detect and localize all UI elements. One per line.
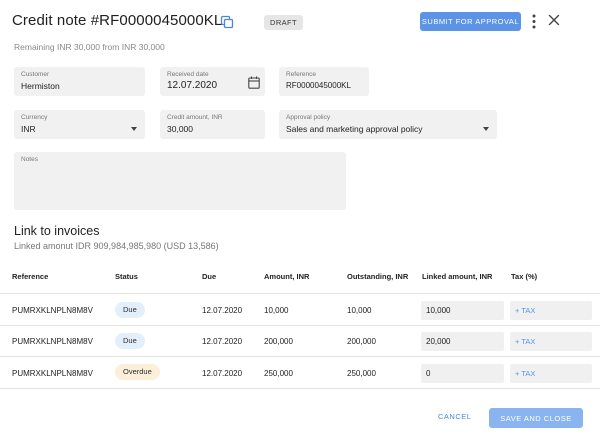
- reference-label: Reference: [286, 71, 316, 78]
- row-reference: PUMRXKLNPLN8M8V: [12, 369, 93, 378]
- chevron-down-icon: [483, 127, 489, 131]
- add-tax-button[interactable]: + TAX: [510, 332, 592, 351]
- notes-label: Notes: [21, 156, 38, 163]
- divider: [0, 325, 600, 326]
- column-amount: Amount, INR: [264, 272, 310, 281]
- status-badge: Overdue: [115, 364, 160, 380]
- row-due: 12.07.2020: [202, 337, 243, 346]
- customer-label: Customer: [21, 71, 50, 78]
- column-status: Status: [115, 272, 138, 281]
- currency-label: Currency: [21, 114, 48, 121]
- cancel-button[interactable]: CANCEL: [438, 412, 471, 421]
- copy-icon[interactable]: [220, 15, 234, 29]
- customer-field[interactable]: Customer Hermiston: [14, 67, 145, 96]
- notes-textarea[interactable]: Notes: [14, 152, 346, 210]
- add-tax-button[interactable]: + TAX: [510, 364, 592, 383]
- received-date-field[interactable]: Received date 12.07.2020: [160, 67, 265, 96]
- add-tax-button[interactable]: + TAX: [510, 301, 592, 320]
- divider: [0, 388, 600, 389]
- credit-amount-value: 30,000: [167, 124, 193, 134]
- credit-amount-field[interactable]: Credit amount, INR 30,000: [160, 110, 265, 139]
- linked-amount: Linked amonut IDR 909,984,985,980 (USD 1…: [14, 241, 219, 251]
- linked-amount-input[interactable]: 10,000: [421, 301, 504, 320]
- close-icon[interactable]: [548, 14, 560, 26]
- approval-policy-value: Sales and marketing approval policy: [286, 124, 423, 134]
- credit-amount-label: Credit amount, INR: [167, 114, 223, 121]
- page-title: Credit note #RF0000045000KL: [12, 12, 223, 29]
- chevron-down-icon: [131, 127, 137, 131]
- column-tax: Tax (%): [511, 272, 538, 281]
- column-linked-amount: Linked amount, INR: [422, 272, 493, 281]
- row-amount: 250,000: [264, 369, 293, 378]
- customer-value: Hermiston: [21, 81, 60, 91]
- received-date-value: 12.07.2020: [167, 80, 218, 91]
- row-due: 12.07.2020: [202, 369, 243, 378]
- row-reference: PUMRXKLNPLN8M8V: [12, 337, 93, 346]
- currency-select[interactable]: Currency INR: [14, 110, 145, 139]
- divider: [0, 293, 600, 294]
- divider: [0, 356, 600, 357]
- save-and-close-button[interactable]: SAVE AND CLOSE: [489, 408, 583, 428]
- more-vert-icon[interactable]: [530, 13, 538, 30]
- status-badge: Due: [115, 302, 145, 318]
- credit-note-dialog: Credit note #RF0000045000KL DRAFT SUBMIT…: [0, 0, 600, 443]
- row-outstanding: 200,000: [347, 337, 376, 346]
- received-date-label: Received date: [167, 71, 209, 78]
- column-due: Due: [202, 272, 217, 281]
- submit-for-approval-button[interactable]: SUBMIT FOR APPROVAL: [420, 12, 521, 31]
- status-badge: DRAFT: [264, 15, 303, 30]
- status-badge: Due: [115, 333, 145, 349]
- column-reference: Reference: [12, 272, 49, 281]
- calendar-icon[interactable]: [248, 76, 260, 89]
- row-due: 12.07.2020: [202, 306, 243, 315]
- approval-policy-select[interactable]: Approval policy Sales and marketing appr…: [279, 110, 497, 139]
- row-outstanding: 10,000: [347, 306, 372, 315]
- section-title: Link to invoices: [14, 224, 100, 238]
- linked-amount-input[interactable]: 20,000: [421, 332, 504, 351]
- column-outstanding: Outstanding, INR: [347, 272, 409, 281]
- remaining-amount: Remaining INR 30,000 from INR 30,000: [14, 42, 165, 52]
- reference-field[interactable]: Reference RF0000045000KL: [279, 67, 369, 96]
- row-outstanding: 250,000: [347, 369, 376, 378]
- row-amount: 200,000: [264, 337, 293, 346]
- linked-amount-input[interactable]: 0: [421, 364, 504, 383]
- currency-value: INR: [21, 124, 36, 134]
- reference-value: RF0000045000KL: [286, 81, 351, 90]
- row-reference: PUMRXKLNPLN8M8V: [12, 306, 93, 315]
- row-amount: 10,000: [264, 306, 289, 315]
- approval-policy-label: Approval policy: [286, 114, 331, 121]
